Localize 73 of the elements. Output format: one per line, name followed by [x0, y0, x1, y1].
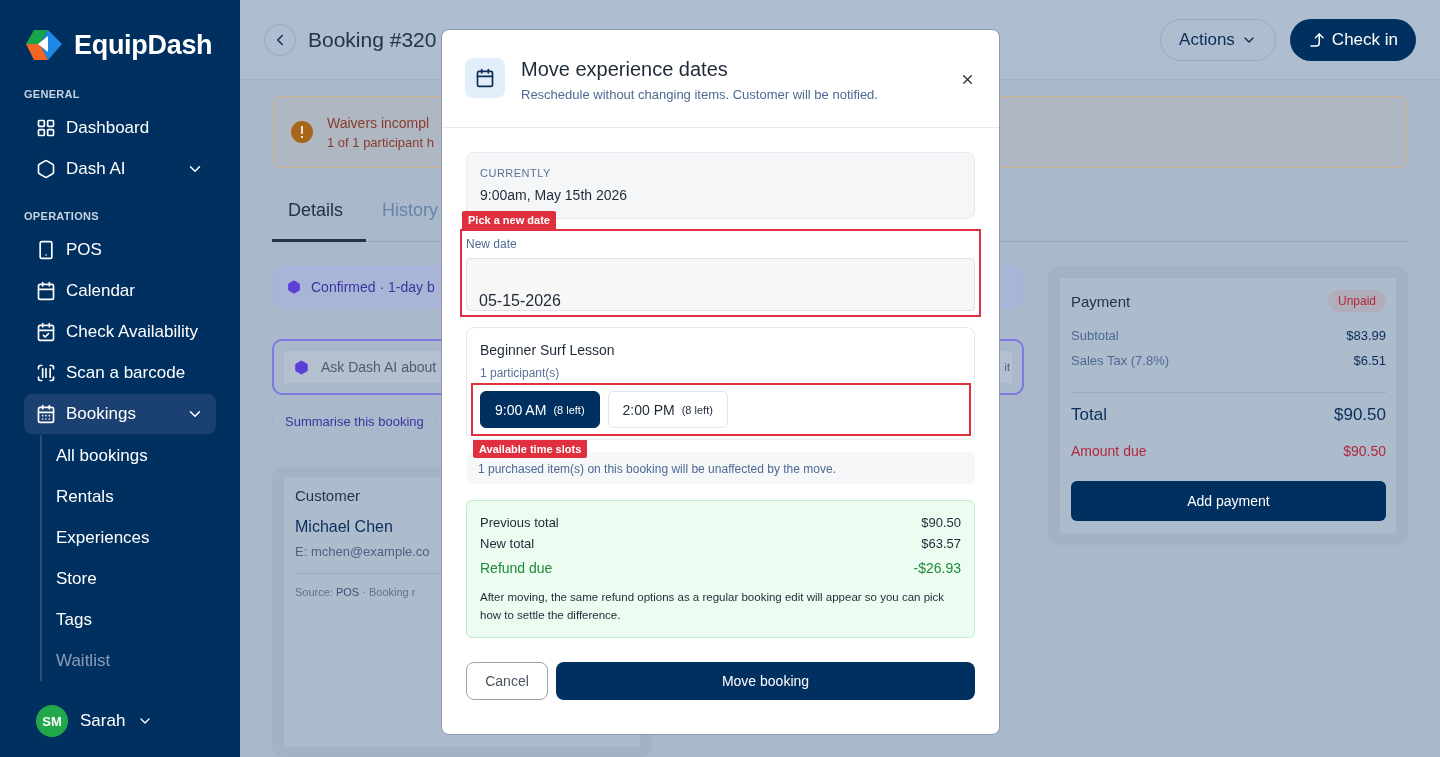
check-in-button[interactable]: Check in	[1289, 18, 1416, 61]
calendar-icon	[36, 281, 56, 301]
summary-label: New total	[480, 536, 535, 551]
terminal-icon	[36, 240, 56, 260]
summary-value: $63.57	[921, 536, 961, 551]
nav-item[interactable]: Check Availability	[24, 312, 216, 352]
annotation-label: Available time slots	[473, 440, 588, 458]
nav-item[interactable]: Scan a barcode	[24, 353, 216, 393]
warning-text: 1 of 1 participant h	[327, 134, 434, 150]
barcode-scan-icon	[36, 363, 56, 383]
status-text: Confirmed · 1-day b	[311, 278, 435, 295]
add-payment-button[interactable]: Add payment	[1071, 481, 1386, 521]
customer-email: E: mchen@example.co	[295, 544, 431, 559]
date-field[interactable]: 05-15-2026	[466, 258, 975, 311]
nav-item[interactable]: Bookings	[24, 394, 216, 434]
nav-subitem[interactable]: Rentals	[56, 476, 216, 517]
dialog-title: Move experience dates	[521, 58, 729, 81]
field-label: New date	[466, 237, 518, 251]
nav-subitem[interactable]: Store	[56, 558, 216, 599]
total-value: $90.50	[1334, 405, 1386, 425]
summary-value: $90.50	[921, 515, 961, 530]
calendar-icon	[465, 58, 505, 98]
section-heading: OPERATIONS	[24, 210, 100, 222]
hexagon-icon	[287, 279, 301, 294]
amount-due-value: $90.50	[1343, 443, 1386, 459]
line-value: $83.99	[1346, 328, 1386, 343]
warning-title: Waivers incompl	[327, 114, 431, 131]
card-title: Payment	[1071, 292, 1131, 310]
line-value: $6.51	[1353, 353, 1386, 368]
card-title: Customer	[295, 487, 362, 504]
section-heading: GENERAL	[24, 88, 81, 100]
brand-name: EquipDash	[74, 29, 213, 61]
grid-icon	[36, 118, 56, 138]
summary-value: -$26.93	[913, 560, 961, 576]
booking-source: Source: POS · Booking r	[295, 586, 416, 598]
nav-item[interactable]: Dash AI	[24, 149, 216, 189]
nav-item[interactable]: POS	[24, 230, 216, 270]
line-label: Sales Tax (7.8%)	[1071, 353, 1170, 368]
amount-due-label: Amount due	[1071, 443, 1147, 459]
cancel-button[interactable]: Cancel	[466, 661, 548, 700]
nav-subitem[interactable]: Tags	[56, 599, 216, 640]
refund-note: After moving, the same refund options as a regular booking edit will appear so you can pick how to settle the difference.	[480, 590, 946, 624]
nav-subitem[interactable]: All bookings	[56, 435, 216, 476]
nav-item[interactable]: Dashboard	[24, 108, 216, 148]
status-badge: Unpaid	[1327, 290, 1386, 312]
total-label: Total	[1071, 405, 1107, 425]
current-label: CURRENTLY	[480, 167, 552, 179]
dialog-subtitle: Reschedule without changing items. Customer will be notified.	[521, 87, 879, 102]
tab[interactable]: Details	[272, 190, 366, 242]
summary-label: Previous total	[480, 515, 559, 530]
calendar-check-icon	[36, 322, 56, 342]
hexagon-icon	[36, 159, 56, 179]
hexagon-icon	[294, 359, 309, 375]
experience-name: Beginner Surf Lesson	[480, 342, 616, 358]
submit-button[interactable]: it	[1004, 361, 1010, 373]
warning-icon	[291, 121, 313, 143]
close-button[interactable]	[960, 72, 975, 87]
arrow-up-icon	[1307, 30, 1326, 49]
nav-subitem[interactable]: Experiences	[56, 517, 216, 558]
nav-item[interactable]: Calendar	[24, 271, 216, 311]
calendar-icon	[36, 404, 56, 424]
info-note: 1 purchased item(s) on this booking will be unaffected by the move.	[466, 452, 975, 484]
move-booking-button[interactable]: Move booking	[556, 661, 975, 700]
page-title: Booking #320	[308, 27, 438, 52]
time-slot-button[interactable]: 9:00 AM (8 left)	[480, 391, 600, 428]
logo-icon	[24, 28, 64, 62]
line-label: Subtotal	[1071, 328, 1119, 343]
user-name[interactable]: Sarah	[80, 711, 126, 731]
current-value: 9:00am, May 15th 2026	[480, 187, 629, 203]
participant-count: 1 participant(s)	[480, 366, 561, 380]
time-slot-button[interactable]: 2:00 PM (8 left)	[607, 391, 728, 428]
annotation-label: Pick a new date	[462, 211, 556, 229]
summary-label: Refund due	[480, 560, 553, 576]
